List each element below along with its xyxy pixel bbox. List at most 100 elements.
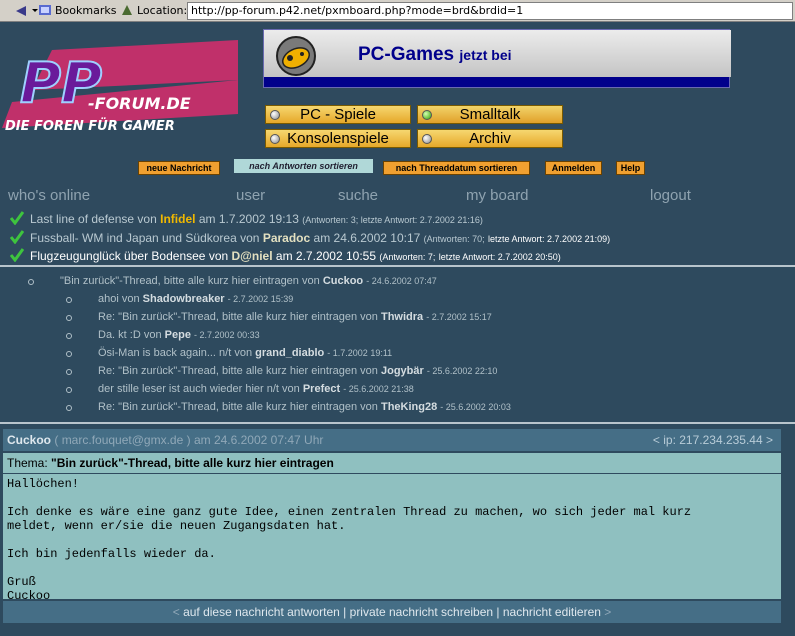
tree-by: von <box>360 365 378 377</box>
message-body: Hallöchen! Ich denke es wäre eine ganz g… <box>3 474 781 603</box>
tree-author: Jogybär <box>380 365 424 377</box>
board-button-archiv[interactable]: Archiv <box>417 129 563 148</box>
logo-tagline: DIE FOREN FÜR GAMER <box>5 118 175 134</box>
thread-item[interactable]: Flugzeugunglück über Bodensee von D@niel… <box>10 248 561 265</box>
thread-title[interactable]: Last line of defense <box>30 212 134 226</box>
tree-date: - 2.7.2002 15:17 <box>426 312 492 322</box>
tree-subject[interactable]: "Bin zurück"-Thread, bitte alle kurz hie… <box>60 275 299 287</box>
tree-item[interactable]: der stille leser ist auch wieder hier n/… <box>66 383 414 395</box>
board-label: Konsolenspiele <box>287 130 389 147</box>
nav-logout[interactable]: logout <box>650 187 691 204</box>
nav-my-board[interactable]: my board <box>466 187 529 204</box>
tree-by: von <box>234 347 253 359</box>
private-message-link[interactable]: private nachricht schreiben <box>350 605 493 619</box>
tree-subject[interactable]: der stille leser ist auch wieder hier n/… <box>98 383 279 395</box>
tree-by: von <box>121 293 140 305</box>
message-subject: "Bin zurück"-Thread, bitte alle kurz hie… <box>51 456 334 470</box>
tree-subject[interactable]: Re: "Bin zurück"-Thread, bitte alle kurz… <box>98 365 357 377</box>
help-button[interactable]: Help <box>616 161 645 175</box>
thread-title[interactable]: Fussball- WM ind Japan und Südkorea <box>30 231 237 245</box>
nav-who-online[interactable]: who's online <box>8 187 90 204</box>
bullet-icon <box>66 369 72 375</box>
location-text: Location: <box>137 4 188 17</box>
tree-subject[interactable]: Re: "Bin zurück"-Thread, bitte alle kurz… <box>98 311 357 323</box>
reply-link[interactable]: auf diese nachricht antworten <box>183 605 340 619</box>
tree-subject[interactable]: Re: "Bin zurück"-Thread, bitte alle kurz… <box>98 401 357 413</box>
thread-tree-frame: "Bin zurück"-Thread, bitte alle kurz hie… <box>0 269 795 424</box>
thread-meta-last: letzte Antwort: 2.7.2002 20:50) <box>438 252 561 262</box>
bullet-icon <box>66 297 72 303</box>
login-button[interactable]: Anmelden <box>545 161 602 175</box>
checkmark-icon <box>10 211 24 225</box>
tree-item[interactable]: Re: "Bin zurück"-Thread, bitte alle kurz… <box>66 365 497 377</box>
nav-search[interactable]: suche <box>338 187 378 204</box>
thread-by: von <box>240 231 260 245</box>
tree-subject[interactable]: ahoi <box>98 293 119 305</box>
thread-title[interactable]: Flugzeugunglück über Bodensee <box>30 249 205 263</box>
thread-date: 2.7.2002 10:55 <box>295 249 376 263</box>
tree-by: von <box>143 329 162 341</box>
nav-user[interactable]: user <box>236 187 265 204</box>
tree-item[interactable]: Re: "Bin zurück"-Thread, bitte alle kurz… <box>66 311 492 323</box>
tree-author: TheKing28 <box>380 401 438 413</box>
thread-meta: (Antworten: 7; <box>379 252 436 262</box>
thread-meta: (Antworten: 3; letzte Antwort: 2.7.2002 … <box>302 215 483 225</box>
tree-item[interactable]: Ösi-Man is back again... n/t von grand_d… <box>66 347 392 359</box>
sort-by-date-button[interactable]: nach Threaddatum sortieren <box>383 161 530 175</box>
thread-date: 24.6.2002 10:17 <box>333 231 421 245</box>
url-field[interactable]: http://pp-forum.p42.net/pxmboard.php?mod… <box>187 2 793 20</box>
bookmark-icon <box>39 5 51 15</box>
thread-author[interactable]: Paradoc <box>263 231 310 245</box>
bullet-icon <box>28 279 34 285</box>
message-subject-row: Thema: "Bin zurück"-Thread, bitte alle k… <box>3 453 781 473</box>
thread-at: am <box>313 231 331 245</box>
thread-by: von <box>208 249 229 263</box>
forum-logo[interactable]: PP -FORUM.DE DIE FOREN FÜR GAMER <box>2 40 238 160</box>
checkmark-icon <box>10 230 24 244</box>
active-dot-icon <box>422 110 432 120</box>
ad-banner[interactable]: PC-Games jetzt bei <box>263 29 731 88</box>
message-email[interactable]: ( marc.fouquet@gmx.de ) <box>54 433 190 447</box>
tree-item[interactable]: Re: "Bin zurück"-Thread, bitte alle kurz… <box>66 401 511 413</box>
edit-message-link[interactable]: nachricht editieren <box>503 605 601 619</box>
tree-item[interactable]: Da. kt :D von Pepe - 2.7.2002 00:33 <box>66 329 260 341</box>
message-header: Cuckoo ( marc.fouquet@gmx.de ) am 24.6.2… <box>3 429 781 451</box>
board-label: PC - Spiele <box>300 106 376 123</box>
bookmarks-button[interactable]: Bookmarks <box>38 3 116 19</box>
tree-subject[interactable]: Ösi-Man is back again... n/t <box>98 347 231 359</box>
thread-at: am <box>198 212 216 226</box>
board-button-smalltalk[interactable]: Smalltalk <box>417 105 563 124</box>
board-button-pc-spiele[interactable]: PC - Spiele <box>265 105 411 124</box>
tree-author: Pepe <box>164 329 191 341</box>
thread-item[interactable]: Fussball- WM ind Japan und Südkorea von … <box>10 230 610 247</box>
thread-author[interactable]: Infidel <box>160 212 195 226</box>
separator: | <box>343 605 347 619</box>
tree-author: Prefect <box>302 383 341 395</box>
sort-by-answers-button[interactable]: nach Antworten sortieren <box>234 159 373 173</box>
back-icon[interactable] <box>4 3 42 19</box>
tree-date: - 25.6.2002 20:03 <box>440 402 511 412</box>
tree-item[interactable]: ahoi von Shadowbreaker - 2.7.2002 15:39 <box>66 293 293 305</box>
message-author[interactable]: Cuckoo <box>7 433 51 447</box>
arrow-left-icon: < <box>172 605 180 619</box>
gamepad-icon <box>276 36 316 76</box>
banner-suffix: jetzt bei <box>459 47 512 63</box>
bullet-icon <box>66 315 72 321</box>
location-icon <box>122 5 132 15</box>
tree-author: grand_diablo <box>255 347 325 359</box>
checkmark-icon <box>10 248 24 262</box>
bullet-icon <box>66 333 72 339</box>
message-frame: Cuckoo ( marc.fouquet@gmx.de ) am 24.6.2… <box>0 426 795 636</box>
thread-by: von <box>137 212 157 226</box>
tree-author: Cuckoo <box>322 275 364 287</box>
thread-author[interactable]: D@niel <box>232 249 273 263</box>
bullet-icon <box>66 387 72 393</box>
thread-item[interactable]: Last line of defense von Infidel am 1.7.… <box>10 211 483 228</box>
tree-subject[interactable]: Da. kt :D <box>98 329 141 341</box>
tree-item-root[interactable]: "Bin zurück"-Thread, bitte alle kurz hie… <box>28 275 437 287</box>
status-dot-icon <box>270 134 280 144</box>
new-message-button[interactable]: neue Nachricht <box>138 161 220 175</box>
tree-author: Shadowbreaker <box>142 293 225 305</box>
board-button-konsolenspiele[interactable]: Konsolenspiele <box>265 129 411 148</box>
tree-by: von <box>360 401 378 413</box>
